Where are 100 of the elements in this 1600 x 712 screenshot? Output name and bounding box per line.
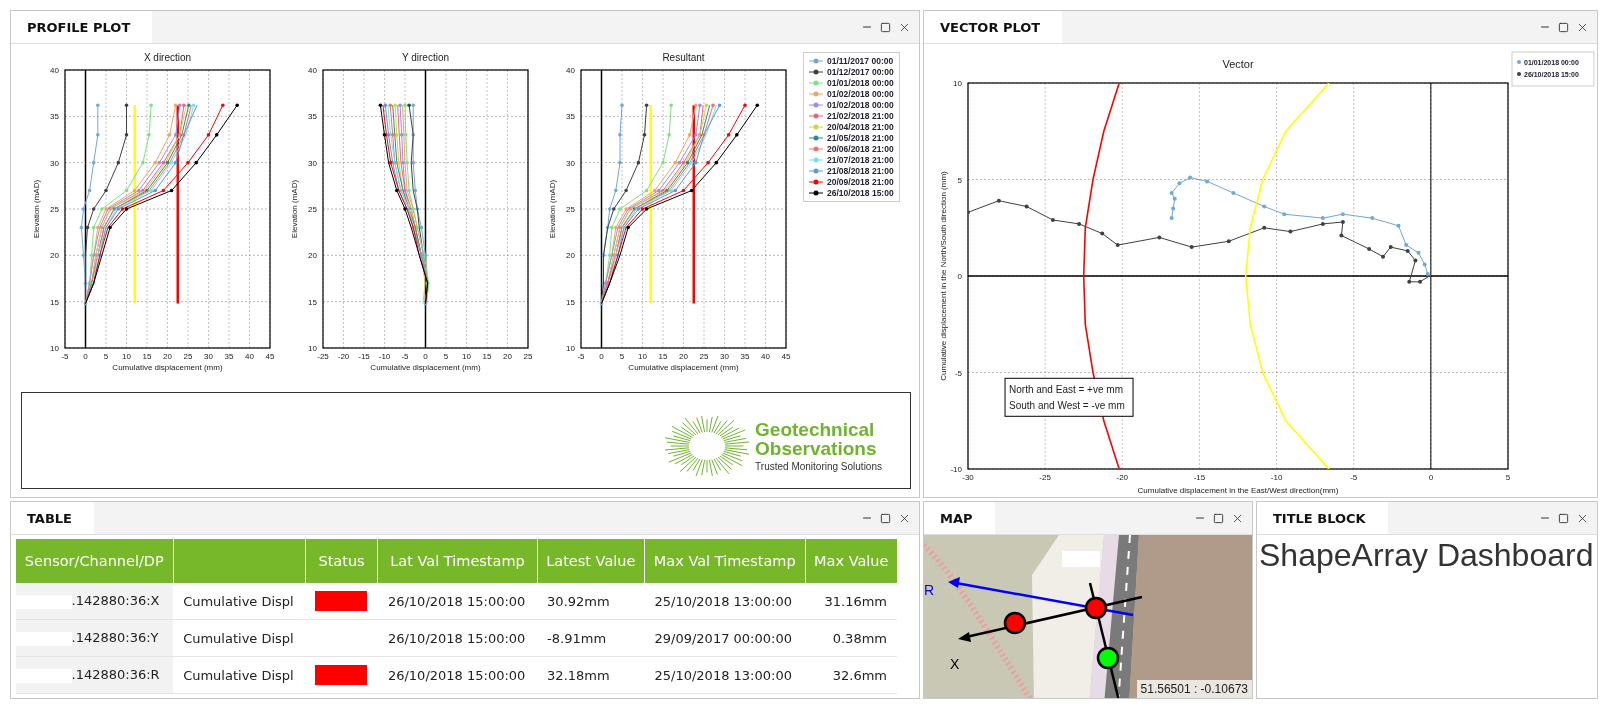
axis-title: Elevation (mAD) — [290, 179, 299, 239]
tick-label: 0 — [957, 272, 962, 281]
tick-label: 25 — [699, 352, 709, 361]
tick-label: -15 — [1193, 473, 1206, 482]
table-cell: 26/10/2018 15:00:00 — [377, 656, 538, 694]
table-cell: Cumulative Displ — [173, 656, 306, 694]
tick-label: 5 — [1505, 473, 1511, 482]
tick-label: 30 — [566, 158, 575, 168]
legend-label: 21/02/2018 21:00 — [827, 111, 894, 121]
sensor-id: .142880:36:Y — [71, 630, 159, 646]
axis-title: Cumulative displacement in the North/South direction (mm) — [939, 171, 948, 381]
tick-label: 10 — [638, 352, 647, 361]
tick-label: 35 — [224, 352, 234, 361]
tick-label: 10 — [462, 352, 471, 361]
tick-label: 20 — [50, 251, 59, 261]
tick-label: -5 — [1350, 473, 1358, 482]
column-header: Sensor/Channel/DP — [15, 539, 174, 583]
table-cell: 30.92mm — [537, 583, 645, 620]
tick-label: 10 — [308, 344, 317, 353]
tick-label: 35 — [50, 112, 59, 122]
column-header: Latest Value — [537, 539, 645, 583]
axis-title: Cumulative displacement (mm) — [112, 363, 223, 372]
legend-label: 01/11/2017 00:00 — [827, 56, 894, 66]
tick-label: 15 — [658, 352, 668, 361]
tick-label: -20 — [337, 352, 350, 361]
note-text: North and East = +ve mm — [1009, 384, 1123, 396]
tick-label: 25 — [183, 352, 193, 361]
legend-label: 01/01/2018 00:00 — [827, 78, 894, 88]
tick-label: -5 — [61, 352, 69, 361]
table-cell: -8.91mm — [537, 619, 645, 657]
legend-label: 01/12/2017 00:00 — [827, 67, 894, 77]
legend-label: 26/10/2018 15:00 — [827, 188, 894, 198]
tick-label: -25 — [1039, 473, 1051, 482]
tick-label: 30 — [50, 158, 59, 168]
sensor-id: .142880:36:R — [71, 667, 160, 683]
tick-label: -20 — [1116, 473, 1129, 482]
table-cell: Cumulative Displ — [173, 583, 306, 620]
legend-label: 01/02/2018 00:00 — [827, 89, 894, 99]
logo-name: Observations — [755, 439, 878, 458]
tick-label: 5 — [957, 175, 962, 185]
table-cell: 25/10/2018 13:00:00 — [644, 656, 806, 694]
axis-label: R — [924, 582, 935, 598]
axis-title: Cumulative displacement in the East/West direction(mm) — [1137, 486, 1339, 495]
tick-label: 15 — [142, 352, 152, 361]
legend-label: 20/06/2018 21:00 — [827, 144, 894, 154]
tick-label: 0 — [599, 352, 604, 361]
tick-label: 35 — [566, 112, 575, 122]
tick-label: 25 — [566, 205, 575, 214]
tick-label: 45 — [265, 352, 275, 361]
dashboard-title: ShapeArray Dashboard — [1258, 536, 1595, 574]
tick-label: 40 — [308, 66, 317, 75]
column-header: Lat Val Timestamp — [377, 539, 538, 583]
tick-label: 25 — [50, 205, 59, 214]
legend-label: 01/02/2018 00:00 — [827, 100, 894, 110]
tick-label: -5 — [401, 352, 409, 361]
logo-name: Geotechnical — [755, 420, 876, 439]
tick-label: 40 — [761, 352, 770, 361]
tick-label: 35 — [308, 112, 317, 122]
table-cell: Cumulative Displ — [173, 619, 306, 657]
legend-label: 20/04/2018 21:00 — [827, 122, 894, 132]
table-cell: 31.16mm — [805, 583, 897, 620]
chart-title: Vector — [1222, 58, 1254, 70]
tick-label: 40 — [245, 352, 254, 361]
tick-label: -10 — [1270, 473, 1283, 482]
tick-label: 10 — [122, 352, 131, 361]
column-header: Status — [305, 539, 378, 583]
tick-label: -30 — [962, 473, 974, 482]
tick-label: 20 — [679, 352, 688, 361]
tick-label: -10 — [950, 465, 962, 474]
tick-label: 5 — [443, 352, 449, 361]
tick-label: 15 — [308, 297, 317, 307]
logo-tagline: Trusted Monitoring Solutions — [755, 461, 882, 472]
legend-label: 21/05/2018 21:00 — [827, 133, 894, 143]
chart-title: Y direction — [401, 52, 450, 63]
axis-title: Elevation (mAD) — [548, 179, 557, 239]
tick-label: 20 — [503, 352, 512, 361]
tick-label: 20 — [163, 352, 172, 361]
tick-label: -10 — [378, 352, 391, 361]
tick-label: -15 — [358, 352, 370, 361]
axis-label: X — [950, 656, 960, 672]
tick-label: 25 — [308, 205, 317, 214]
tick-label: 40 — [50, 66, 59, 75]
axis-title: Elevation (mAD) — [32, 179, 41, 239]
tick-label: 0 — [1428, 473, 1434, 482]
tick-label: 15 — [566, 297, 575, 307]
tick-label: 30 — [308, 158, 317, 168]
tick-label: 0 — [423, 352, 428, 361]
tick-label: 20 — [308, 251, 317, 261]
table-cell: 32.18mm — [537, 656, 645, 694]
table-cell: 25/10/2018 13:00:00 — [644, 583, 806, 620]
tick-label: 15 — [482, 352, 492, 361]
legend-label: 20/09/2018 21:00 — [827, 177, 894, 187]
chart-title: Resultant — [662, 52, 705, 63]
column-header: Max Value — [805, 539, 897, 583]
tick-label: 10 — [50, 344, 59, 353]
legend-label: 21/08/2018 21:00 — [827, 166, 894, 176]
table-cell: 32.6mm — [805, 656, 897, 694]
coordinates-label: 51.56501 : -0.10673 — [1136, 680, 1252, 698]
table-cell: 0.38mm — [805, 619, 897, 657]
axis-title: Cumulative displacement (mm) — [370, 363, 481, 372]
